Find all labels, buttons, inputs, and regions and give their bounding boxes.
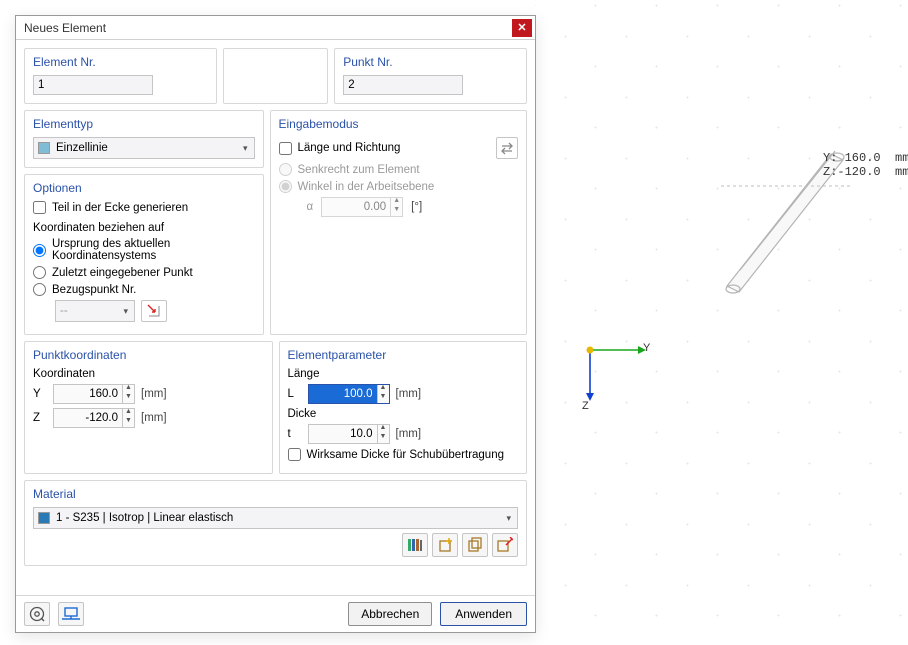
panel-material: Material 1 - S235 | Isotrop | Linear ela… bbox=[24, 480, 527, 566]
combo-value: 1 - S235 | Isotrop | Linear elastisch bbox=[56, 512, 233, 524]
titlebar[interactable]: Neues Element ✕ bbox=[16, 16, 535, 40]
t-label: t bbox=[288, 428, 302, 440]
panel-element-nr: Element Nr. bbox=[24, 48, 217, 104]
help-icon bbox=[29, 606, 45, 622]
spin-down-icon[interactable]: ▼ bbox=[378, 434, 389, 443]
panel-optionen: Optionen Teil in der Ecke generieren Koo… bbox=[24, 174, 264, 335]
dicke-input[interactable]: ▲▼ bbox=[308, 424, 390, 444]
dialog-footer: Abbrechen Anwenden bbox=[16, 595, 535, 632]
laenge-header: Länge bbox=[288, 368, 519, 380]
material-copy-button[interactable] bbox=[462, 533, 488, 557]
panel-eingabemodus: Eingabemodus Länge und Richtung Senkrech… bbox=[270, 110, 528, 335]
dialog-title: Neues Element bbox=[24, 21, 512, 35]
element-nr-input[interactable] bbox=[33, 75, 153, 95]
panel-title: Material bbox=[33, 487, 518, 501]
panel-elementtyp: Elementtyp Einzellinie ▾ bbox=[24, 110, 264, 168]
spin-down-icon: ▼ bbox=[391, 207, 402, 216]
teil-ecke-checkbox[interactable]: Teil in der Ecke generieren bbox=[33, 201, 255, 214]
radio-bezugspunkt[interactable]: Bezugspunkt Nr. bbox=[33, 283, 255, 296]
panel-title: Element Nr. bbox=[33, 55, 208, 69]
laenge-richtung-checkbox[interactable]: Länge und Richtung bbox=[279, 142, 401, 155]
laenge-input[interactable]: ▲▼ bbox=[308, 384, 390, 404]
spin-down-icon[interactable]: ▼ bbox=[378, 394, 389, 403]
punkt-nr-input[interactable] bbox=[343, 75, 463, 95]
help-button[interactable] bbox=[24, 602, 50, 626]
display-button[interactable] bbox=[58, 602, 84, 626]
spin-down-icon[interactable]: ▼ bbox=[123, 394, 134, 403]
material-new-button[interactable] bbox=[432, 533, 458, 557]
spin-down-icon[interactable]: ▼ bbox=[123, 418, 134, 427]
library-icon bbox=[407, 538, 423, 552]
swap-icon bbox=[500, 141, 514, 155]
cancel-button[interactable]: Abbrechen bbox=[348, 602, 432, 626]
axis-y-label: Y bbox=[643, 342, 650, 354]
panel-punktkoordinaten: Punktkoordinaten Koordinaten Y ▲▼ [mm] Z… bbox=[24, 341, 273, 474]
wirksame-dicke-checkbox[interactable]: Wirksame Dicke für Schubübertragung bbox=[288, 448, 519, 461]
chevron-down-icon: ▾ bbox=[243, 143, 248, 154]
panel-title: Punkt Nr. bbox=[343, 55, 518, 69]
koord-sublabel: Koordinaten bbox=[33, 368, 264, 380]
dicke-header: Dicke bbox=[288, 408, 519, 420]
type-color-swatch bbox=[38, 142, 50, 154]
pick-point-button[interactable] bbox=[141, 300, 167, 322]
axis-z-label: Z bbox=[582, 400, 589, 412]
viewport-3d[interactable]: Y: 160.0 mm Z:-120.0 mm Y Z bbox=[535, 0, 908, 645]
material-combo[interactable]: 1 - S235 | Isotrop | Linear elastisch ▾ bbox=[33, 507, 518, 529]
dialog-new-element: Neues Element ✕ Element Nr. Punkt Nr. El… bbox=[15, 15, 536, 633]
panel-title: Eingabemodus bbox=[279, 117, 519, 131]
monitor-icon bbox=[62, 607, 80, 621]
l-label: L bbox=[288, 388, 302, 400]
combo-value: Einzellinie bbox=[56, 142, 108, 154]
y-input[interactable]: ▲▼ bbox=[53, 384, 135, 404]
new-icon bbox=[437, 537, 453, 553]
apply-button[interactable]: Anwenden bbox=[440, 602, 527, 626]
pick-point-icon bbox=[146, 303, 162, 319]
radio-senkrecht: Senkrecht zum Element bbox=[279, 163, 519, 176]
panel-title: Elementtyp bbox=[33, 117, 255, 131]
material-library-button[interactable] bbox=[402, 533, 428, 557]
z-input[interactable]: ▲▼ bbox=[53, 408, 135, 428]
material-edit-button[interactable] bbox=[492, 533, 518, 557]
radio-ursprung[interactable]: Ursprung des aktuellen Koordinatensystem… bbox=[33, 238, 255, 262]
radio-letzter-punkt[interactable]: Zuletzt eingegebener Punkt bbox=[33, 266, 255, 279]
chevron-down-icon: ▾ bbox=[123, 306, 128, 317]
copy-icon bbox=[467, 537, 483, 553]
panel-title: Optionen bbox=[33, 181, 255, 195]
radio-winkel-arbeitsebene: Winkel in der Arbeitsebene bbox=[279, 180, 519, 193]
bezugspunkt-combo: -- ▾ bbox=[55, 300, 135, 322]
panel-title: Punktkoordinaten bbox=[33, 348, 264, 362]
alpha-label: α bbox=[307, 201, 314, 213]
y-label: Y bbox=[33, 388, 47, 400]
edit-icon bbox=[497, 537, 513, 553]
panel-title: Elementparameter bbox=[288, 348, 519, 362]
panel-elementparameter: Elementparameter Länge L ▲▼ [mm] Dicke t… bbox=[279, 341, 528, 474]
material-color-swatch bbox=[38, 512, 50, 524]
chevron-down-icon: ▾ bbox=[506, 513, 511, 524]
panel-empty bbox=[223, 48, 328, 104]
z-label: Z bbox=[33, 412, 47, 424]
panel-punkt-nr: Punkt Nr. bbox=[334, 48, 527, 104]
elementtyp-combo[interactable]: Einzellinie ▾ bbox=[33, 137, 255, 159]
alpha-input: ▲▼ bbox=[321, 197, 403, 217]
swap-direction-button[interactable] bbox=[496, 137, 518, 159]
close-button[interactable]: ✕ bbox=[512, 19, 532, 37]
coord-readout: Y: 160.0 mm Z:-120.0 mm bbox=[823, 151, 908, 179]
koord-bezug-label: Koordinaten beziehen auf bbox=[33, 222, 255, 234]
